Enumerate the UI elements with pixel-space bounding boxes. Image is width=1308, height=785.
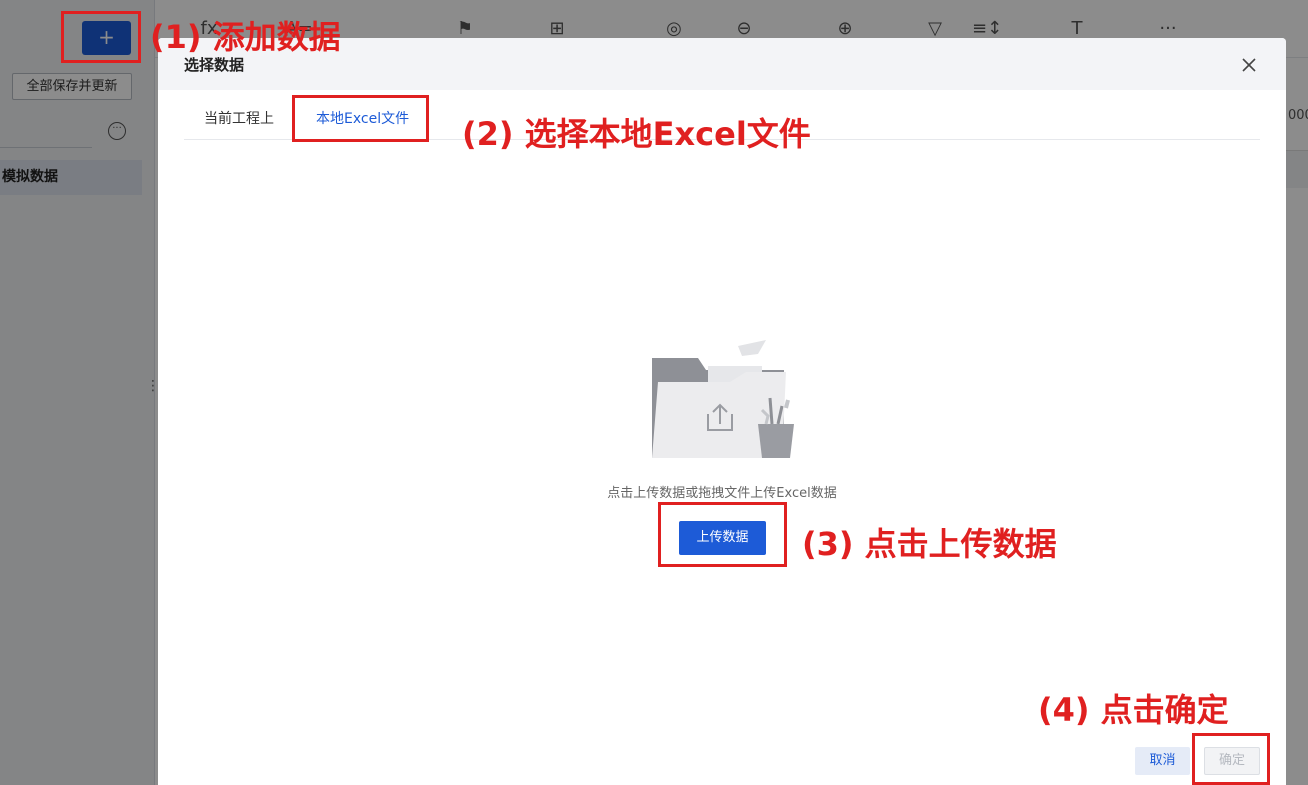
- annotation-step4: (4) 点击确定: [1038, 691, 1229, 729]
- annotation-step2: (2) 选择本地Excel文件: [462, 115, 811, 153]
- annotation-step1: (1) 添加数据: [150, 18, 341, 56]
- upload-hint: 点击上传数据或拖拽文件上传Excel数据: [607, 486, 837, 501]
- annotation-step3: (3) 点击上传数据: [802, 525, 1057, 563]
- close-icon[interactable]: [1238, 54, 1260, 76]
- annotation-box-excel-tab: [292, 95, 429, 142]
- annotation-box-add: [61, 11, 141, 63]
- annotation-box-upload: [658, 502, 787, 567]
- folder-upload-icon: [652, 340, 794, 458]
- cancel-button[interactable]: 取消: [1135, 747, 1190, 775]
- tab-current-project[interactable]: 当前工程上: [204, 108, 274, 128]
- annotation-box-confirm: [1192, 733, 1270, 785]
